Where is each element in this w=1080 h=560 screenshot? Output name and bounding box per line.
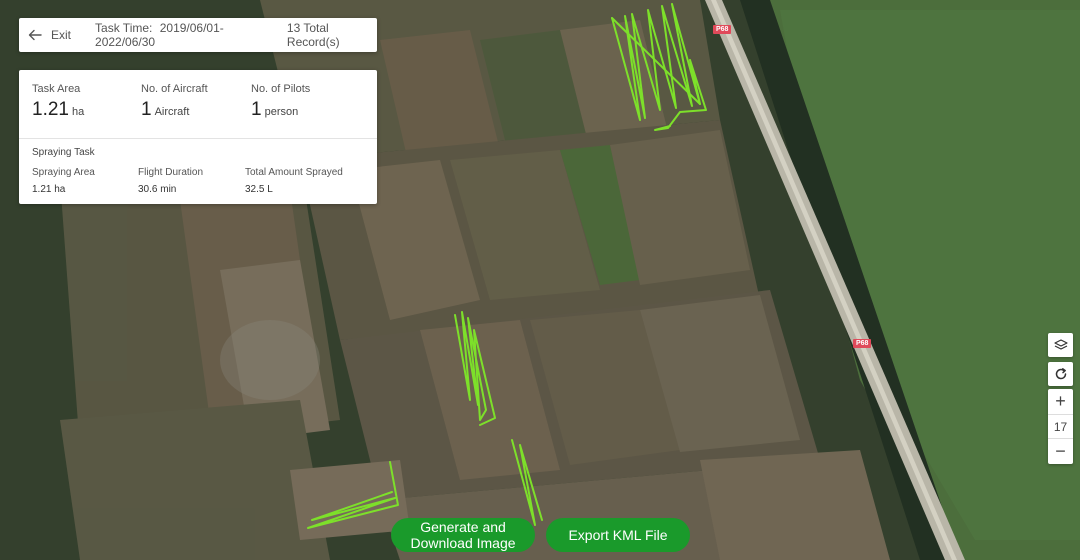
zoom-control: + 17 − xyxy=(1048,389,1073,464)
spraying-area-stat: Spraying Area 1.21 ha xyxy=(32,167,95,195)
aircraft-stat: No. of Aircraft 1 Aircraft xyxy=(141,83,208,121)
spraying-area-value: 1.21 ha xyxy=(32,184,66,195)
export-kml-button[interactable]: Export KML File xyxy=(546,518,690,552)
exit-button[interactable]: Exit xyxy=(28,28,71,42)
flight-duration-stat: Flight Duration 30.6 min xyxy=(138,167,203,195)
refresh-icon xyxy=(1055,368,1066,380)
divider xyxy=(19,138,377,139)
flight-duration-value: 30.6 min xyxy=(138,184,177,195)
pilots-stat: No. of Pilots 1 person xyxy=(251,83,310,121)
spraying-area-label: Spraying Area xyxy=(32,167,95,178)
zoom-in-button[interactable]: + xyxy=(1048,389,1073,414)
refresh-button[interactable] xyxy=(1048,362,1073,386)
total-sprayed-value: 32.5 L xyxy=(245,184,273,195)
task-stats-panel: Task Area 1.21 ha No. of Aircraft 1 Aircra… xyxy=(19,70,377,204)
layers-button[interactable] xyxy=(1048,333,1073,357)
task-time: Task Time: 2019/06/01-2022/06/30 xyxy=(95,21,269,49)
arrow-left-icon xyxy=(28,29,42,41)
layers-icon xyxy=(1053,339,1068,350)
total-sprayed-label: Total Amount Sprayed xyxy=(245,167,343,178)
task-area-unit: ha xyxy=(71,106,85,118)
total-sprayed-stat: Total Amount Sprayed 32.5 L xyxy=(245,167,343,195)
aircraft-unit: Aircraft xyxy=(154,106,190,118)
task-area-value: 1.21 xyxy=(32,99,69,120)
zoom-level: 17 xyxy=(1048,414,1073,439)
pilots-value: 1 xyxy=(251,99,262,120)
task-header-bar: Exit Task Time: 2019/06/01-2022/06/30 13… xyxy=(19,18,377,52)
exit-label: Exit xyxy=(51,28,72,42)
record-count: 13 Total Record(s) xyxy=(286,21,340,49)
pilots-label: No. of Pilots xyxy=(251,83,311,95)
flight-duration-label: Flight Duration xyxy=(138,167,204,178)
aircraft-label: No. of Aircraft xyxy=(141,83,208,95)
road-label-top: P68 xyxy=(713,25,732,34)
zoom-out-button[interactable]: − xyxy=(1048,439,1073,464)
road-label-bottom: P68 xyxy=(853,339,872,348)
task-time-label: Task Time: xyxy=(95,21,153,35)
generate-download-image-button[interactable]: Generate and Download Image xyxy=(391,518,535,552)
task-area-label: Task Area xyxy=(32,83,81,95)
task-area-stat: Task Area 1.21 ha xyxy=(32,83,84,121)
pilots-unit: person xyxy=(264,106,299,118)
spraying-task-title: Spraying Task xyxy=(32,147,95,158)
aircraft-value: 1 xyxy=(141,99,152,120)
